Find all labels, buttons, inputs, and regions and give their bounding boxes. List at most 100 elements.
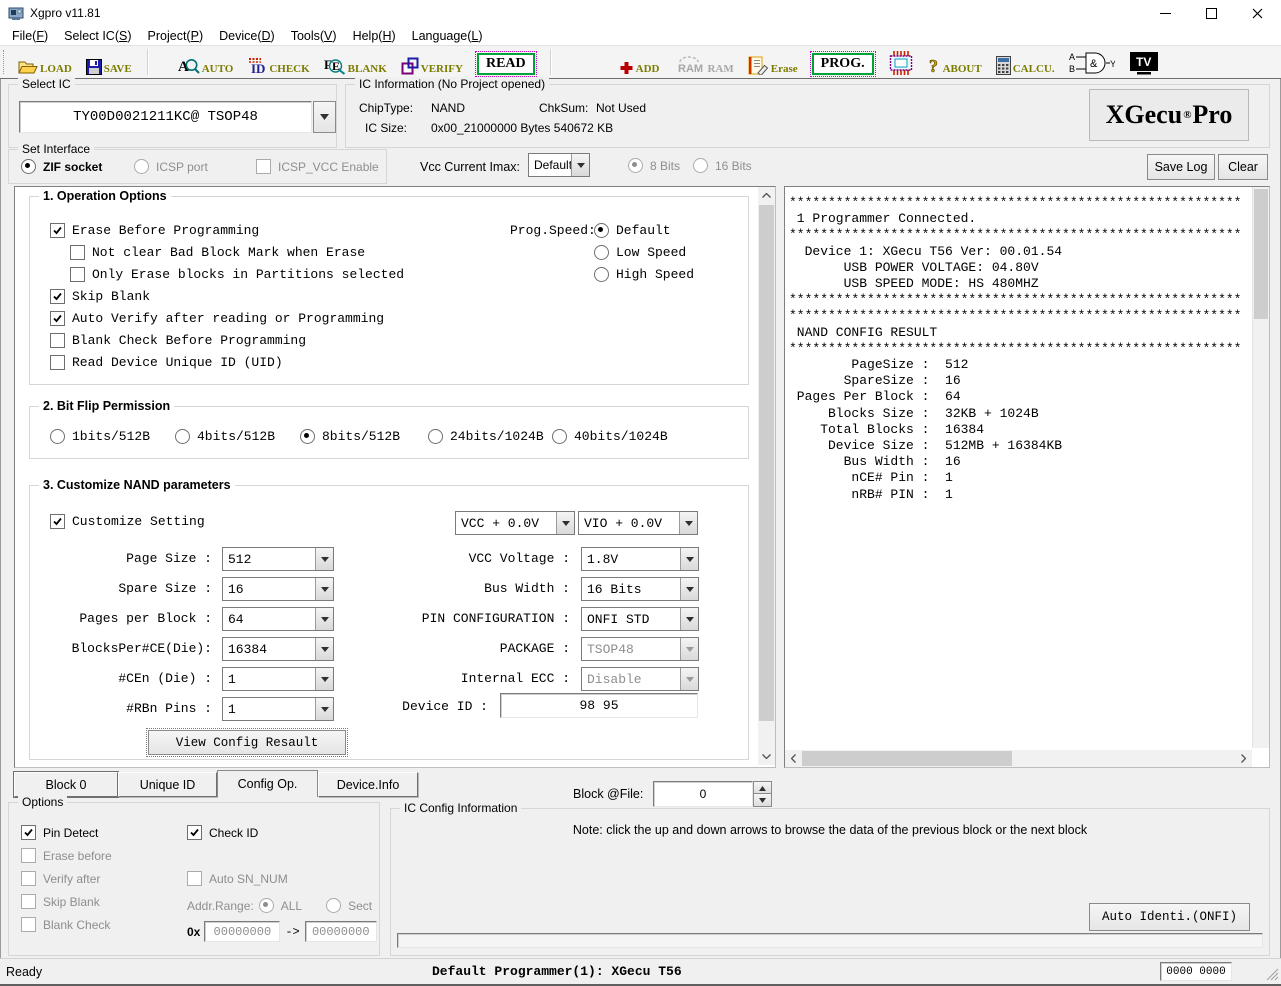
- options-checkbox-pin-detect[interactable]: Pin Detect: [21, 825, 98, 840]
- op-checkbox-read-device-unique-id-uid[interactable]: Read Device Unique ID (UID): [50, 355, 283, 370]
- toolbar-verify-button[interactable]: VERIFY: [401, 49, 463, 75]
- log-line: Pages Per Block : 64: [789, 389, 1251, 405]
- op-checkbox-blank-check-before-programming[interactable]: Blank Check Before Programming: [50, 333, 306, 348]
- checkbox-icon: [50, 289, 65, 304]
- toolbar-gate-button[interactable]: AB&Y: [1069, 49, 1115, 75]
- nand-left-dropdown-0[interactable]: 512: [222, 547, 334, 571]
- scroll-right-button[interactable]: [1235, 750, 1252, 767]
- toolbar-auto-button[interactable]: AAUTO: [178, 49, 234, 75]
- nand-right-dropdown-1[interactable]: 16 Bits: [581, 577, 699, 601]
- op-checkbox-only-erase-blocks-in-partitions-selected[interactable]: Only Erase blocks in Partitions selected: [70, 267, 404, 282]
- toolbar-chip-button[interactable]: [888, 49, 914, 75]
- toolbar-load-button[interactable]: LOAD: [18, 49, 72, 75]
- close-button[interactable]: [1234, 0, 1280, 26]
- bitflip-4bits-512B[interactable]: 4bits/512B: [175, 429, 275, 444]
- toolbar-tv-button[interactable]: TV: [1129, 49, 1159, 75]
- maximize-button[interactable]: [1188, 0, 1234, 26]
- log-line: Bus Width : 16: [789, 454, 1251, 470]
- tab-block-0[interactable]: Block 0: [14, 772, 118, 797]
- scrollbar-thumb[interactable]: [1254, 189, 1268, 319]
- log-hscrollbar[interactable]: [785, 750, 1252, 767]
- toolbar-erase-button[interactable]: Erase: [748, 49, 798, 75]
- prog-speed-high-speed[interactable]: High Speed: [594, 267, 694, 282]
- op-checkbox-not-clear-bad-block-mark-when-erase[interactable]: Not clear Bad Block Mark when Erase: [70, 245, 365, 260]
- block-spin-down-button[interactable]: [753, 793, 772, 807]
- log-line: nCE# Pin : 1: [789, 470, 1251, 486]
- view-config-result-button[interactable]: View Config Resault: [148, 730, 346, 755]
- log-vscrollbar[interactable]: [1252, 187, 1269, 748]
- nand-params-title: 3. Customize NAND parameters: [39, 478, 235, 492]
- block-at-file-input[interactable]: 0: [653, 781, 753, 807]
- menu-item-help[interactable]: Help(H): [345, 28, 404, 44]
- nand-right-dropdown-0[interactable]: 1.8V: [581, 547, 699, 571]
- toolbar-label: RAM: [707, 64, 733, 75]
- auto-identify-button[interactable]: Auto Identi.(ONFI): [1089, 903, 1250, 931]
- status-programmer: Default Programmer(1): XGecu T56: [432, 964, 682, 979]
- menu-item-file[interactable]: File(F): [4, 28, 56, 44]
- bitflip-24bits-1024B[interactable]: 24bits/1024B: [428, 429, 544, 444]
- toolbar-prog-button[interactable]: PROG.: [812, 49, 874, 75]
- save-log-button[interactable]: Save Log: [1147, 154, 1215, 180]
- resize-grip-icon[interactable]: [1266, 968, 1279, 981]
- prog-speed-low-speed[interactable]: Low Speed: [594, 245, 686, 260]
- scroll-up-button[interactable]: [758, 187, 775, 204]
- tab-device-info[interactable]: Device.Info: [318, 772, 418, 797]
- toolbar-label: AUTO: [202, 64, 234, 75]
- chip-pins-icon: [888, 51, 914, 75]
- menu-item-select-ic[interactable]: Select IC(S): [56, 28, 139, 44]
- toolbar-about-button[interactable]: ?ABOUT: [928, 49, 982, 75]
- menu-item-tools[interactable]: Tools(V): [283, 28, 345, 44]
- vcc-imax-dropdown[interactable]: Default: [528, 153, 590, 177]
- dropdown-value: 1.8V: [582, 548, 680, 570]
- prog-speed-default[interactable]: Default: [594, 223, 671, 238]
- scrollbar-thumb[interactable]: [802, 751, 1012, 766]
- toolbar-blank-button[interactable]: FEBLANK: [324, 49, 387, 75]
- toolbar-read-button[interactable]: READ: [477, 49, 535, 75]
- options-checkbox-check-id[interactable]: Check ID: [187, 825, 258, 840]
- addr-hex-row: 0x 00000000 -> 00000000: [187, 921, 377, 942]
- menu-item-project[interactable]: Project(P): [140, 28, 212, 44]
- bitflip-8bits-512B[interactable]: 8bits/512B: [300, 429, 400, 444]
- nand-left-dropdown-1[interactable]: 16: [222, 577, 334, 601]
- toolbar-add-button[interactable]: ADD: [619, 49, 660, 75]
- menu-item-device[interactable]: Device(D): [211, 28, 283, 44]
- bitflip-40bits-1024B[interactable]: 40bits/1024B: [552, 429, 668, 444]
- radio-icon: [300, 429, 315, 444]
- clear-button[interactable]: Clear: [1218, 154, 1268, 180]
- nand-right-dropdown-2[interactable]: ONFI STD: [581, 607, 699, 631]
- vio-offset-dropdown[interactable]: VIO + 0.0V: [578, 511, 698, 535]
- checkbox-label: Auto Verify after reading or Programming: [72, 311, 384, 326]
- bitflip-1bits-512B[interactable]: 1bits/512B: [50, 429, 150, 444]
- customize-setting-checkbox[interactable]: Customize Setting: [50, 514, 205, 529]
- tab-bar: Block 0Unique IDConfig Op.Device.Info: [14, 770, 574, 796]
- menu-item-language[interactable]: Language(L): [404, 28, 491, 44]
- toolbar-check-button[interactable]: IDCHECK: [247, 49, 309, 75]
- radio-icon: [175, 429, 190, 444]
- op-checkbox-skip-blank[interactable]: Skip Blank: [50, 289, 150, 304]
- triangle-up-icon: [759, 786, 766, 791]
- nand-left-dropdown-4[interactable]: 1: [222, 667, 334, 691]
- scroll-down-button[interactable]: [758, 748, 775, 765]
- selected-ic-value: TY00D0021211KC@ TSOP48: [73, 109, 258, 125]
- zif-socket-radio[interactable]: ZIF socket: [21, 159, 102, 174]
- toolbar-save-button[interactable]: SAVE: [86, 49, 132, 75]
- config-panel-scrollbar[interactable]: [758, 187, 775, 765]
- tab-unique-id[interactable]: Unique ID: [118, 772, 217, 797]
- checkbox-label: Not clear Bad Block Mark when Erase: [92, 245, 365, 260]
- op-checkbox-auto-verify-after-reading-or-programming[interactable]: Auto Verify after reading or Programming: [50, 311, 384, 326]
- tab-config-op[interactable]: Config Op.: [217, 770, 318, 797]
- minimize-button[interactable]: [1142, 0, 1188, 26]
- scroll-left-button[interactable]: [785, 750, 802, 767]
- op-checkbox-erase-before-programming[interactable]: Erase Before Programming: [50, 223, 259, 238]
- radio-icon: [628, 158, 643, 173]
- toolbar-calcu-button[interactable]: CALCU.: [996, 49, 1055, 75]
- nand-left-dropdown-3[interactable]: 16384: [222, 637, 334, 661]
- toolbar-label: VERIFY: [421, 64, 463, 75]
- select-ic-dropdown-button[interactable]: [313, 101, 336, 133]
- checkbox-icon: [50, 223, 65, 238]
- vcc-offset-dropdown[interactable]: VCC + 0.0V: [455, 511, 575, 535]
- selected-ic-box[interactable]: TY00D0021211KC@ TSOP48: [19, 101, 312, 133]
- nand-left-dropdown-2[interactable]: 64: [222, 607, 334, 631]
- scrollbar-thumb[interactable]: [759, 205, 774, 721]
- device-id-input[interactable]: 98 95: [500, 693, 698, 718]
